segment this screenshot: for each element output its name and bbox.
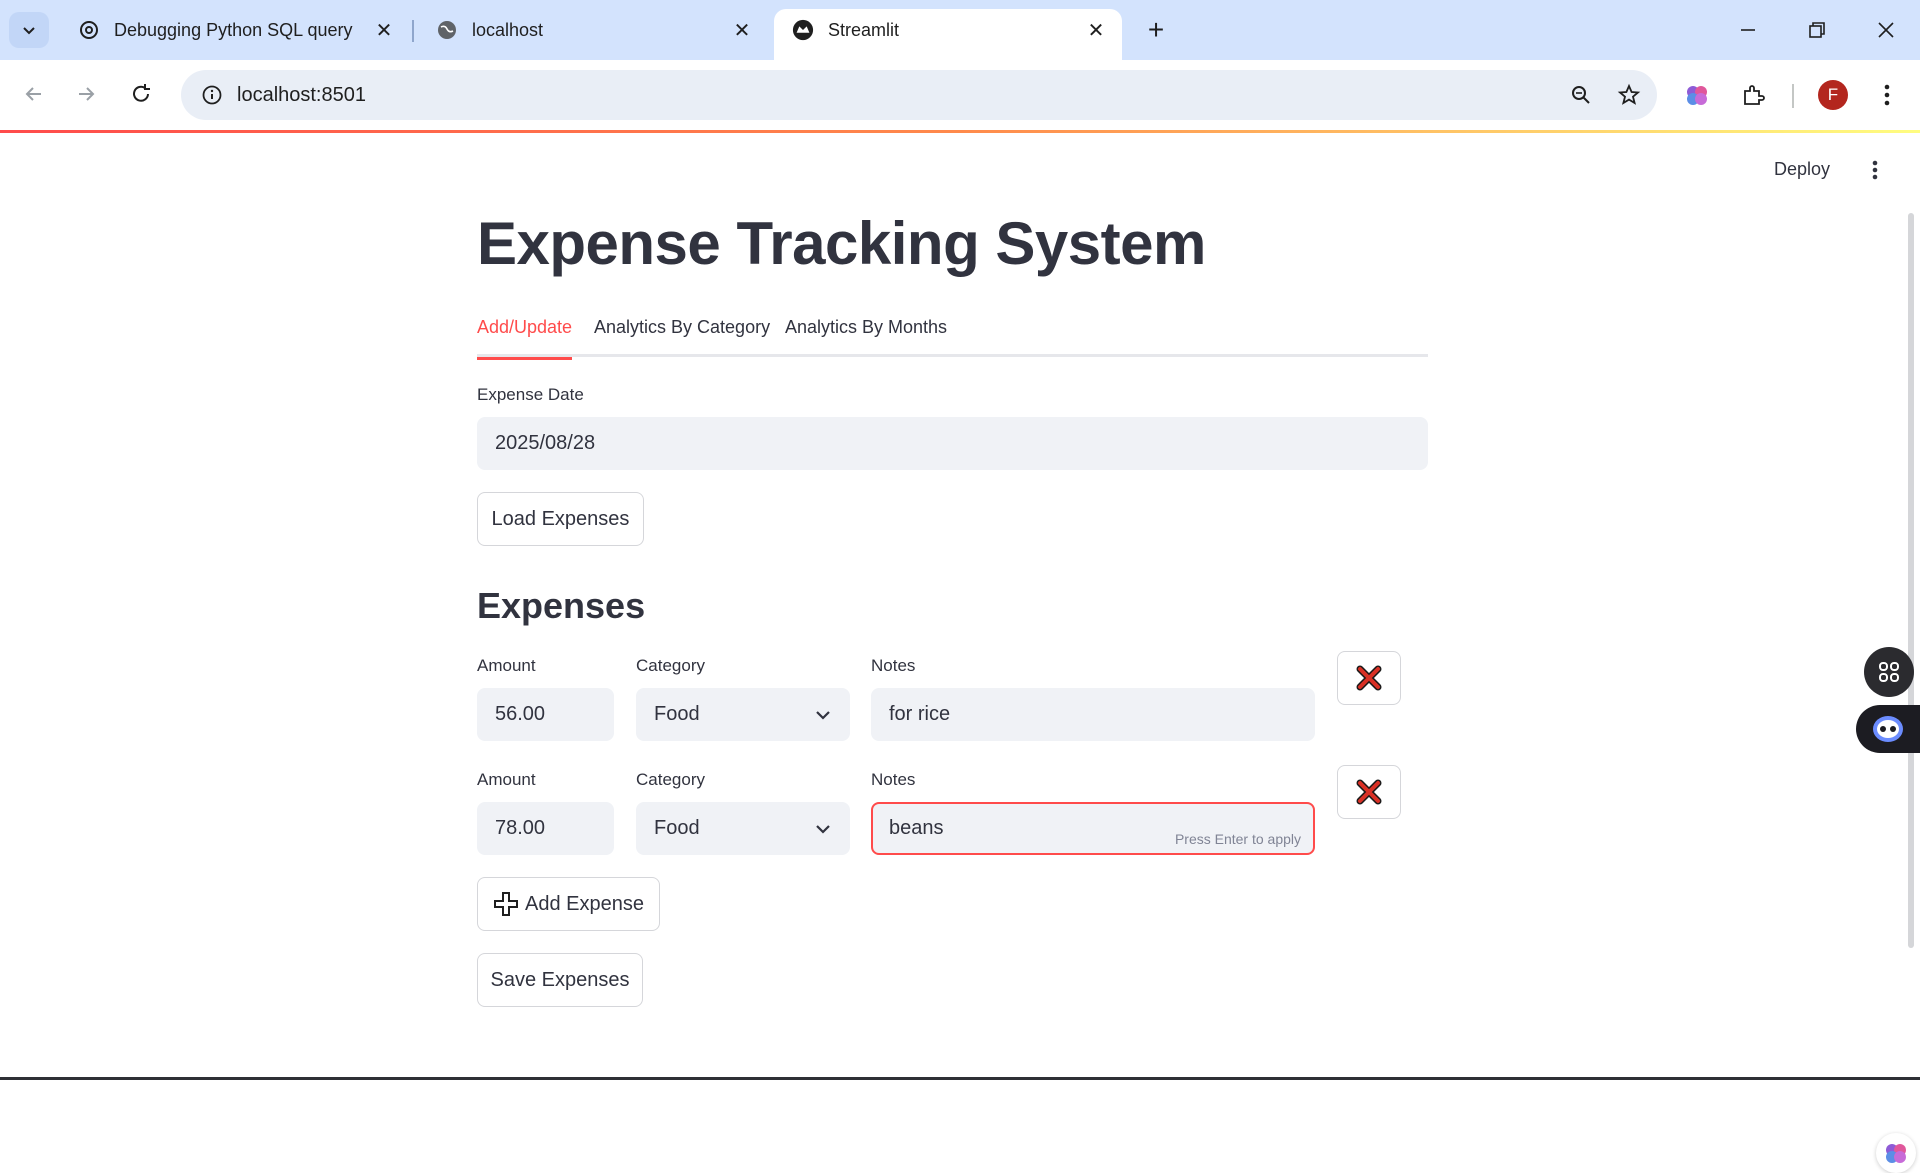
- amount-input[interactable]: 78.00: [477, 802, 614, 855]
- category-select[interactable]: Food: [636, 688, 850, 741]
- back-button[interactable]: [14, 74, 54, 114]
- floating-assistant-button[interactable]: [1856, 705, 1920, 753]
- minimize-button[interactable]: [1726, 10, 1770, 50]
- tab-title: Streamlit: [828, 19, 900, 40]
- delete-expense-button[interactable]: [1337, 765, 1401, 819]
- tab-search-button[interactable]: [9, 12, 49, 48]
- tab-analytics-by-category[interactable]: Analytics By Category: [594, 311, 770, 357]
- arrow-left-icon: [25, 87, 41, 101]
- notes-label: Notes: [871, 656, 916, 675]
- tab-title: localhost: [472, 19, 544, 40]
- brain-icon: [1886, 1144, 1906, 1163]
- expense-date-input[interactable]: 2025/08/28: [477, 417, 1428, 470]
- expenses-heading: Expenses: [477, 585, 646, 626]
- chevron-down-icon: [23, 27, 35, 35]
- notes-value: beans: [889, 817, 944, 839]
- close-window-button[interactable]: [1864, 10, 1908, 50]
- streamlit-icon: [792, 19, 814, 41]
- browser-tab-debugging[interactable]: Debugging Python SQL query ✕: [60, 9, 410, 51]
- page-title: Expense Tracking System: [477, 210, 1206, 277]
- chevron-down-icon: [816, 824, 830, 834]
- tab-add-update[interactable]: Add/Update: [477, 311, 573, 360]
- new-tab-button[interactable]: +: [1138, 12, 1174, 48]
- tab-analytics-by-months[interactable]: Analytics By Months: [785, 311, 947, 357]
- toolbar-divider: [1792, 84, 1794, 108]
- category-value: Food: [654, 817, 700, 839]
- amount-label: Amount: [477, 656, 536, 675]
- streamlit-app: Deploy Expense Tracking System Add/Updat…: [0, 133, 1920, 1173]
- plus-icon: [494, 892, 518, 916]
- add-expense-button[interactable]: Add Expense: [477, 877, 660, 931]
- save-expenses-label: Save Expenses: [490, 968, 630, 991]
- command-icon: [1879, 662, 1899, 682]
- address-bar[interactable]: localhost:8501: [181, 70, 1657, 120]
- scrollbar[interactable]: [1908, 213, 1914, 948]
- browser-toolbar: localhost:8501 F: [0, 60, 1920, 130]
- reload-icon: [133, 84, 150, 102]
- restore-button[interactable]: [1795, 10, 1839, 50]
- more-vertical-icon: [1872, 160, 1878, 180]
- notes-label: Notes: [871, 770, 916, 789]
- arrow-right-icon: [79, 87, 95, 101]
- press-enter-hint: Press Enter to apply: [1174, 831, 1301, 847]
- browser-tab-localhost[interactable]: localhost ✕: [418, 9, 768, 51]
- avatar: F: [1818, 80, 1848, 110]
- browser-tabstrip: Debugging Python SQL query ✕ localhost ✕…: [0, 0, 1920, 60]
- minimize-icon: [1741, 29, 1755, 31]
- close-icon: [1878, 22, 1894, 38]
- amount-label: Amount: [477, 770, 536, 789]
- chevron-down-icon: [816, 710, 830, 720]
- restore-icon: [1809, 22, 1825, 38]
- amount-value: 56.00: [495, 703, 546, 725]
- close-tab-icon[interactable]: ✕: [1084, 18, 1108, 42]
- category-label: Category: [636, 770, 705, 789]
- tab-bar: Add/Update Analytics By Category Analyti…: [477, 311, 1428, 360]
- extensions-puzzle-icon[interactable]: [1732, 74, 1774, 116]
- cross-mark-icon: [1356, 665, 1382, 691]
- site-info-icon[interactable]: [187, 70, 237, 120]
- load-expenses-button[interactable]: Load Expenses: [477, 492, 644, 546]
- floating-brain-button[interactable]: [1876, 1133, 1916, 1173]
- category-value: Food: [654, 703, 700, 725]
- zoom-icon[interactable]: [1557, 70, 1605, 120]
- openai-icon: [78, 19, 100, 41]
- category-label: Category: [636, 656, 705, 675]
- deploy-button[interactable]: Deploy: [1774, 159, 1830, 180]
- category-select[interactable]: Food: [636, 802, 850, 855]
- tab-title: Debugging Python SQL query: [114, 19, 353, 40]
- amount-value: 78.00: [495, 817, 546, 839]
- url-text[interactable]: localhost:8501: [237, 84, 366, 107]
- app-menu-button[interactable]: [1862, 155, 1888, 185]
- notes-input[interactable]: for rice: [871, 688, 1315, 741]
- profile-button[interactable]: F: [1812, 74, 1854, 116]
- floating-apps-button[interactable]: [1864, 647, 1914, 697]
- brain-extension-icon[interactable]: [1676, 74, 1718, 116]
- browser-tab-streamlit[interactable]: Streamlit ✕: [774, 9, 1122, 60]
- tab-separator: [412, 20, 414, 42]
- reload-button[interactable]: [121, 74, 161, 114]
- more-vertical-icon: [1884, 84, 1890, 106]
- cross-mark-icon: [1356, 779, 1382, 805]
- browser-menu-button[interactable]: [1866, 74, 1908, 116]
- globe-icon: [436, 19, 458, 41]
- expense-date-value: 2025/08/28: [495, 432, 596, 454]
- delete-expense-button[interactable]: [1337, 651, 1401, 705]
- add-expense-label: Add Expense: [525, 892, 644, 915]
- amount-input[interactable]: 56.00: [477, 688, 614, 741]
- notes-input-focused[interactable]: beans Press Enter to apply: [871, 802, 1315, 855]
- save-expenses-button[interactable]: Save Expenses: [477, 953, 643, 1007]
- notes-value: for rice: [889, 703, 951, 725]
- close-tab-icon[interactable]: ✕: [372, 18, 396, 42]
- load-expenses-label: Load Expenses: [491, 507, 630, 530]
- close-tab-icon[interactable]: ✕: [730, 18, 754, 42]
- expense-date-label: Expense Date: [477, 385, 584, 404]
- bookmark-star-icon[interactable]: [1605, 70, 1653, 120]
- assistant-face-icon: [1873, 716, 1903, 742]
- forward-button[interactable]: [66, 74, 106, 114]
